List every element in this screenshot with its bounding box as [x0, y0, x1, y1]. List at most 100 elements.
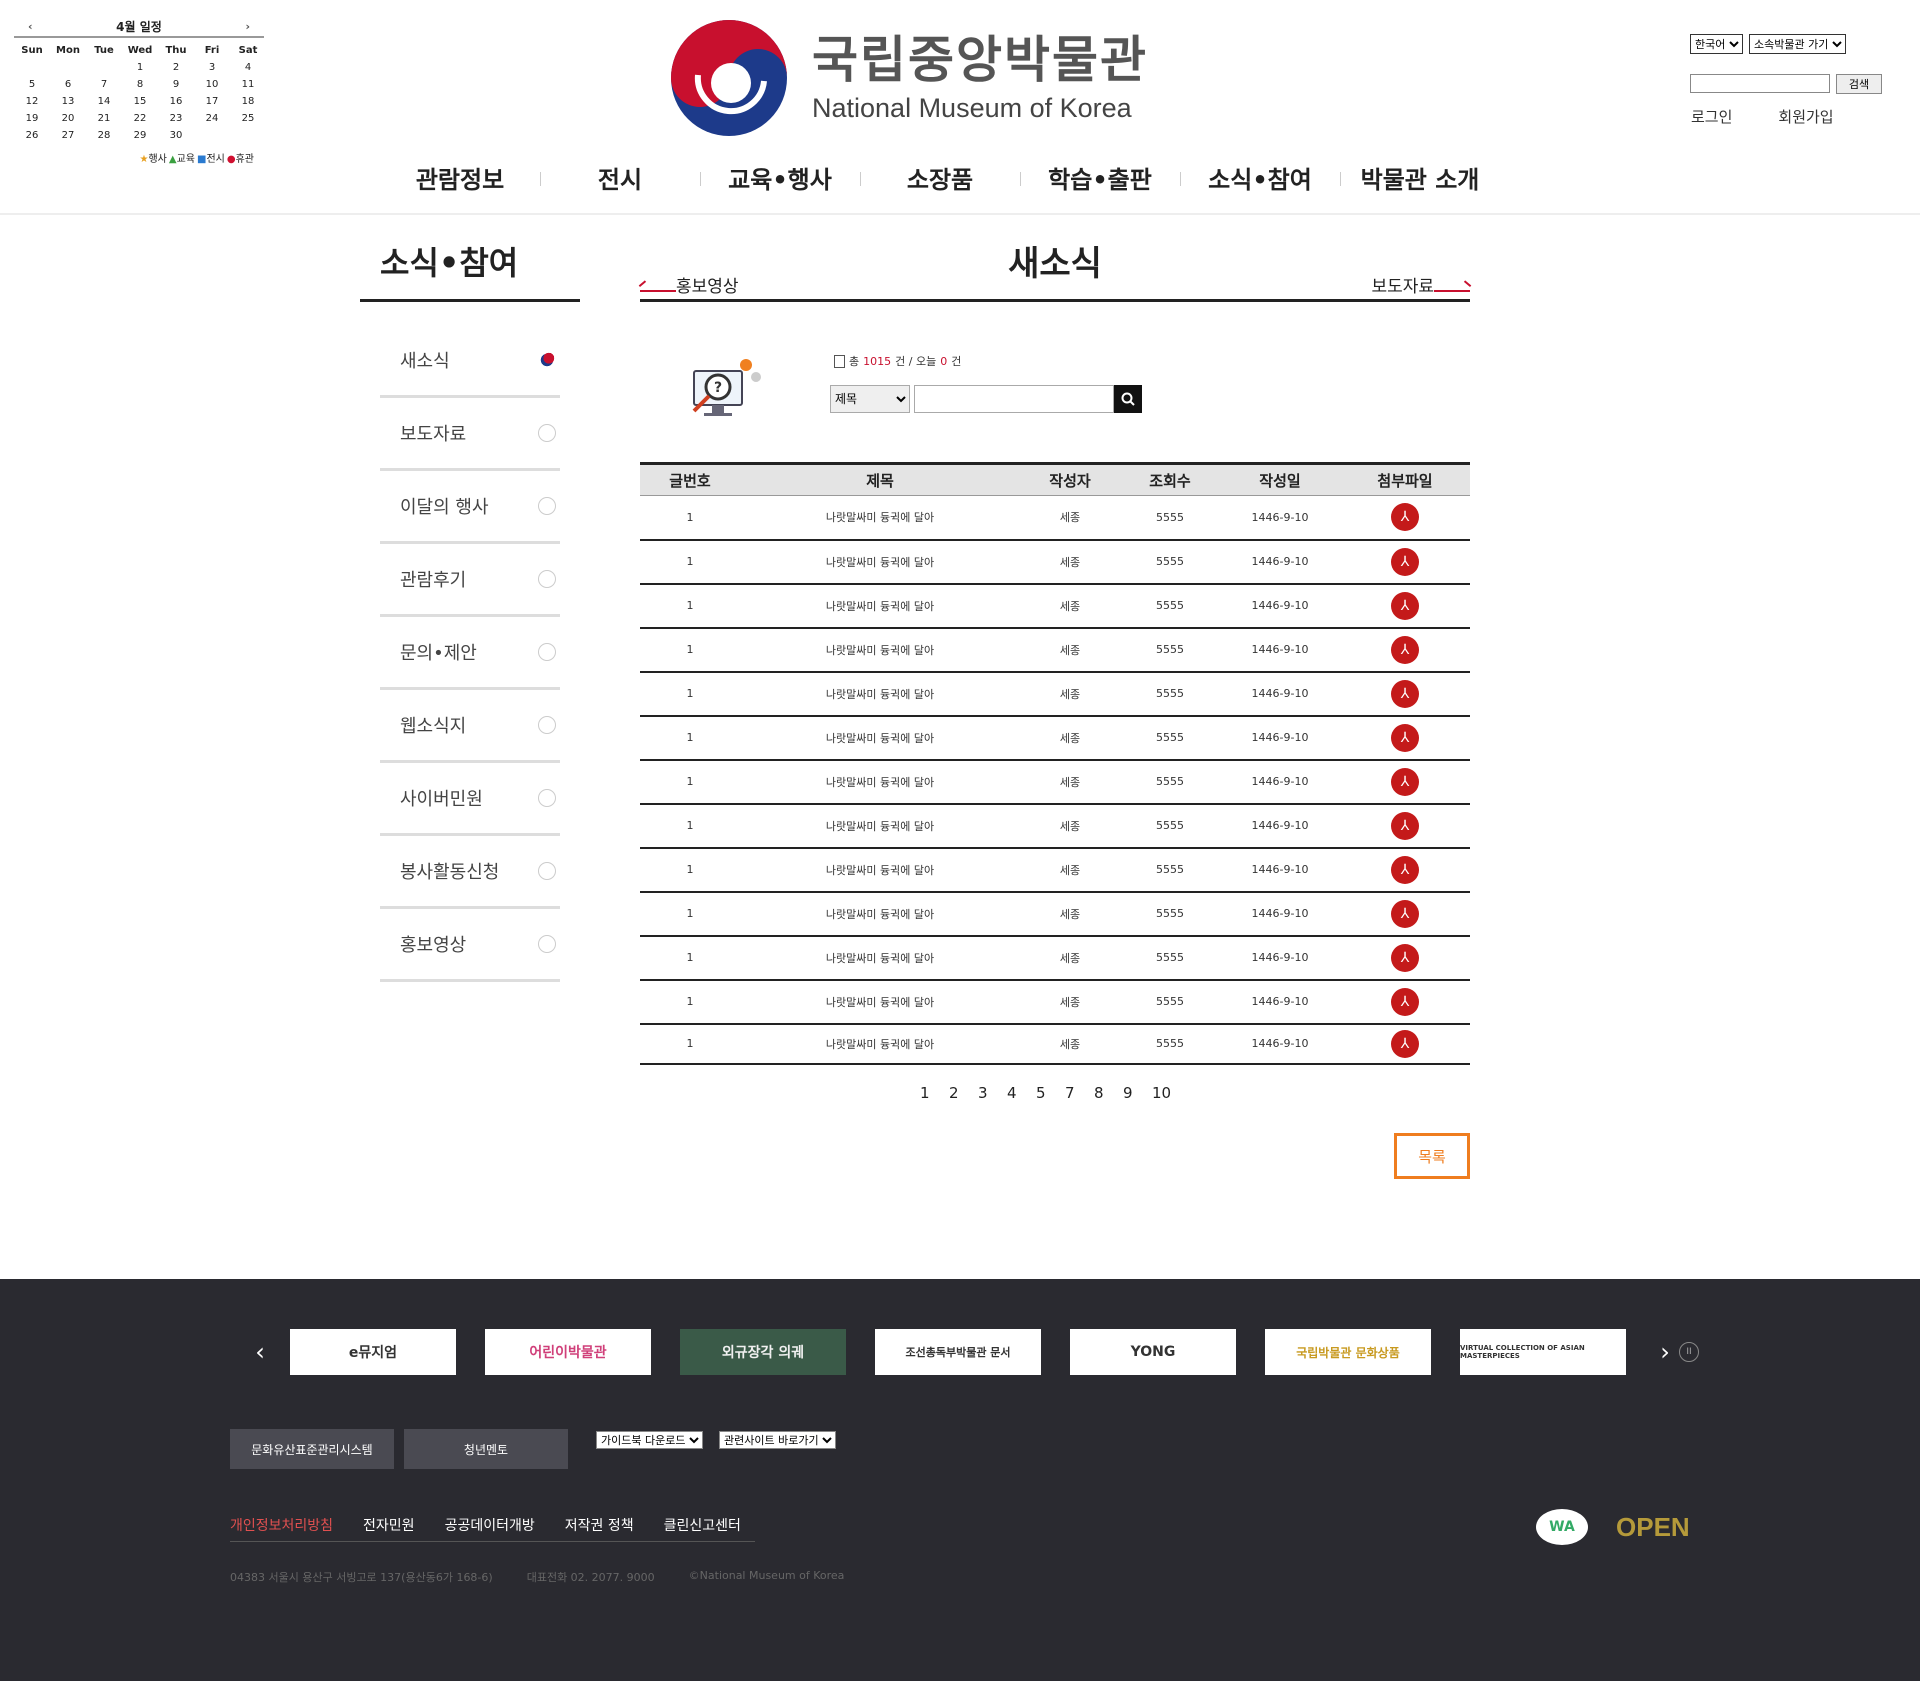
- open-data-link[interactable]: 공공데이터개방: [445, 1515, 535, 1535]
- site-search-input[interactable]: [1690, 74, 1830, 93]
- calendar-day[interactable]: 7: [86, 76, 122, 93]
- prev-section-link[interactable]: 홍보영상: [676, 272, 739, 297]
- affiliate-museum-select[interactable]: 소속박물관 가기: [1749, 34, 1846, 54]
- banner-virtual-collection[interactable]: VIRTUAL COLLECTION OF ASIAN MASTERPIECES: [1460, 1329, 1626, 1375]
- calendar-day[interactable]: 8: [122, 76, 158, 93]
- table-row[interactable]: 1 나랏말싸미 듕귁에 달아 세종 5555 1446-9-10 ⅄: [640, 760, 1470, 804]
- table-row[interactable]: 1 나랏말싸미 듕귁에 달아 세종 5555 1446-9-10 ⅄: [640, 540, 1470, 584]
- calendar-day[interactable]: 6: [50, 76, 86, 93]
- banner-emuseum[interactable]: e뮤지엄: [290, 1329, 456, 1375]
- pdf-icon[interactable]: ⅄: [1391, 591, 1419, 620]
- gnb-exhibition[interactable]: 전시: [540, 160, 700, 195]
- page-link[interactable]: 8: [1094, 1084, 1123, 1102]
- pdf-icon[interactable]: ⅄: [1391, 635, 1419, 664]
- board-search-button[interactable]: [1114, 385, 1142, 413]
- pause-icon[interactable]: II: [1679, 1342, 1699, 1362]
- page-link[interactable]: 3: [978, 1084, 1007, 1102]
- calendar-day[interactable]: 23: [158, 110, 194, 127]
- calendar-day[interactable]: 26: [14, 127, 50, 144]
- pdf-icon[interactable]: ⅄: [1391, 547, 1419, 576]
- gnb-collection[interactable]: 소장품: [860, 160, 1020, 195]
- calendar-day[interactable]: 3: [194, 59, 230, 76]
- lnb-item-press[interactable]: 보도자료: [380, 398, 560, 471]
- e-petition-link[interactable]: 전자민원: [363, 1515, 415, 1535]
- calendar-day[interactable]: 20: [50, 110, 86, 127]
- page-link[interactable]: 7: [1065, 1084, 1094, 1102]
- calendar-next-button[interactable]: ›: [245, 20, 250, 33]
- post-title[interactable]: 나랏말싸미 듕귁에 달아: [740, 628, 1020, 672]
- calendar-day[interactable]: 13: [50, 93, 86, 110]
- post-title[interactable]: 나랏말싸미 듕귁에 달아: [740, 892, 1020, 936]
- post-title[interactable]: 나랏말싸미 듕귁에 달아: [740, 1024, 1020, 1064]
- calendar-day[interactable]: 21: [86, 110, 122, 127]
- chevron-left-icon[interactable]: ‹: [230, 1338, 290, 1366]
- calendar-day[interactable]: 30: [158, 127, 194, 144]
- signup-link[interactable]: 회원가입: [1778, 106, 1833, 127]
- related-sites-select[interactable]: 관련사이트 바로가기: [719, 1431, 836, 1449]
- search-field-select[interactable]: 제목: [830, 385, 910, 413]
- lnb-item-inquiry[interactable]: 문의•제안: [380, 617, 560, 690]
- youth-mentor-button[interactable]: 청년멘토: [404, 1429, 568, 1469]
- lnb-item-news[interactable]: 새소식: [380, 325, 560, 398]
- post-title[interactable]: 나랏말싸미 듕귁에 달아: [740, 584, 1020, 628]
- heritage-system-button[interactable]: 문화유산표준관리시스템: [230, 1429, 394, 1469]
- table-row[interactable]: 1 나랏말싸미 듕귁에 달아 세종 5555 1446-9-10 ⅄: [640, 496, 1470, 540]
- lnb-item-volunteer[interactable]: 봉사활동신청: [380, 836, 560, 909]
- pdf-icon[interactable]: ⅄: [1391, 503, 1419, 532]
- gnb-news-participation[interactable]: 소식•참여: [1180, 160, 1340, 195]
- table-row[interactable]: 1 나랏말싸미 듕귁에 달아 세종 5555 1446-9-10 ⅄: [640, 980, 1470, 1024]
- table-row[interactable]: 1 나랏말싸미 듕귁에 달아 세종 5555 1446-9-10 ⅄: [640, 892, 1470, 936]
- calendar-day[interactable]: 9: [158, 76, 194, 93]
- post-title[interactable]: 나랏말싸미 듕귁에 달아: [740, 980, 1020, 1024]
- calendar-day[interactable]: 18: [230, 93, 266, 110]
- calendar-day[interactable]: 28: [86, 127, 122, 144]
- table-row[interactable]: 1 나랏말싸미 듕귁에 달아 세종 5555 1446-9-10 ⅄: [640, 672, 1470, 716]
- banner-children-museum[interactable]: 어린이박물관: [485, 1329, 651, 1375]
- lnb-item-reviews[interactable]: 관람후기: [380, 544, 560, 617]
- pdf-icon[interactable]: ⅄: [1391, 899, 1419, 928]
- privacy-policy-link[interactable]: 개인정보처리방침: [230, 1515, 333, 1535]
- calendar-day[interactable]: 22: [122, 110, 158, 127]
- gnb-about-museum[interactable]: 박물관 소개: [1340, 160, 1500, 195]
- post-title[interactable]: 나랏말싸미 듕귁에 달아: [740, 848, 1020, 892]
- chevron-right-icon[interactable]: ›: [1655, 1338, 1675, 1366]
- language-select[interactable]: 한국어: [1690, 34, 1743, 54]
- pdf-icon[interactable]: ⅄: [1391, 811, 1419, 840]
- calendar-day[interactable]: 4: [230, 59, 266, 76]
- pdf-icon[interactable]: ⅄: [1391, 723, 1419, 752]
- pdf-icon[interactable]: ⅄: [1391, 855, 1419, 884]
- post-title[interactable]: 나랏말싸미 듕귁에 달아: [740, 716, 1020, 760]
- table-row[interactable]: 1 나랏말싸미 듕귁에 달아 세종 5555 1446-9-10 ⅄: [640, 848, 1470, 892]
- banner-colonial-archives[interactable]: 조선총독부박물관 문서: [875, 1329, 1041, 1375]
- gnb-visit-info[interactable]: 관람정보: [380, 160, 540, 195]
- lnb-item-cyber-petition[interactable]: 사이버민원: [380, 763, 560, 836]
- calendar-day[interactable]: 10: [194, 76, 230, 93]
- copyright-policy-link[interactable]: 저작권 정책: [565, 1515, 634, 1535]
- gnb-education-events[interactable]: 교육•행사: [700, 160, 860, 195]
- page-link[interactable]: 1: [920, 1084, 949, 1102]
- next-section-link[interactable]: 보도자료: [1371, 272, 1434, 297]
- calendar-day[interactable]: 12: [14, 93, 50, 110]
- banner-uigwe[interactable]: 외규장각 의궤: [680, 1329, 846, 1375]
- lnb-item-monthly-events[interactable]: 이달의 행사: [380, 471, 560, 544]
- calendar-day[interactable]: 1: [122, 59, 158, 76]
- site-search-button[interactable]: 검색: [1836, 74, 1882, 94]
- calendar-day[interactable]: 11: [230, 76, 266, 93]
- post-title[interactable]: 나랏말싸미 듕귁에 달아: [740, 760, 1020, 804]
- page-link[interactable]: 9: [1123, 1084, 1152, 1102]
- calendar-day[interactable]: 5: [14, 76, 50, 93]
- pdf-icon[interactable]: ⅄: [1391, 679, 1419, 708]
- calendar-day[interactable]: 27: [50, 127, 86, 144]
- post-title[interactable]: 나랏말싸미 듕귁에 달아: [740, 672, 1020, 716]
- post-title[interactable]: 나랏말싸미 듕귁에 달아: [740, 936, 1020, 980]
- calendar-prev-button[interactable]: ‹: [28, 20, 33, 33]
- table-row[interactable]: 1 나랏말싸미 듕귁에 달아 세종 5555 1446-9-10 ⅄: [640, 584, 1470, 628]
- calendar-day[interactable]: 19: [14, 110, 50, 127]
- page-link[interactable]: 2: [949, 1084, 978, 1102]
- calendar-day[interactable]: 24: [194, 110, 230, 127]
- login-link[interactable]: 로그인: [1691, 106, 1732, 127]
- calendar-day[interactable]: 16: [158, 93, 194, 110]
- list-button[interactable]: 목록: [1394, 1133, 1470, 1179]
- table-row[interactable]: 1 나랏말싸미 듕귁에 달아 세종 5555 1446-9-10 ⅄: [640, 804, 1470, 848]
- table-row[interactable]: 1 나랏말싸미 듕귁에 달아 세종 5555 1446-9-10 ⅄: [640, 628, 1470, 672]
